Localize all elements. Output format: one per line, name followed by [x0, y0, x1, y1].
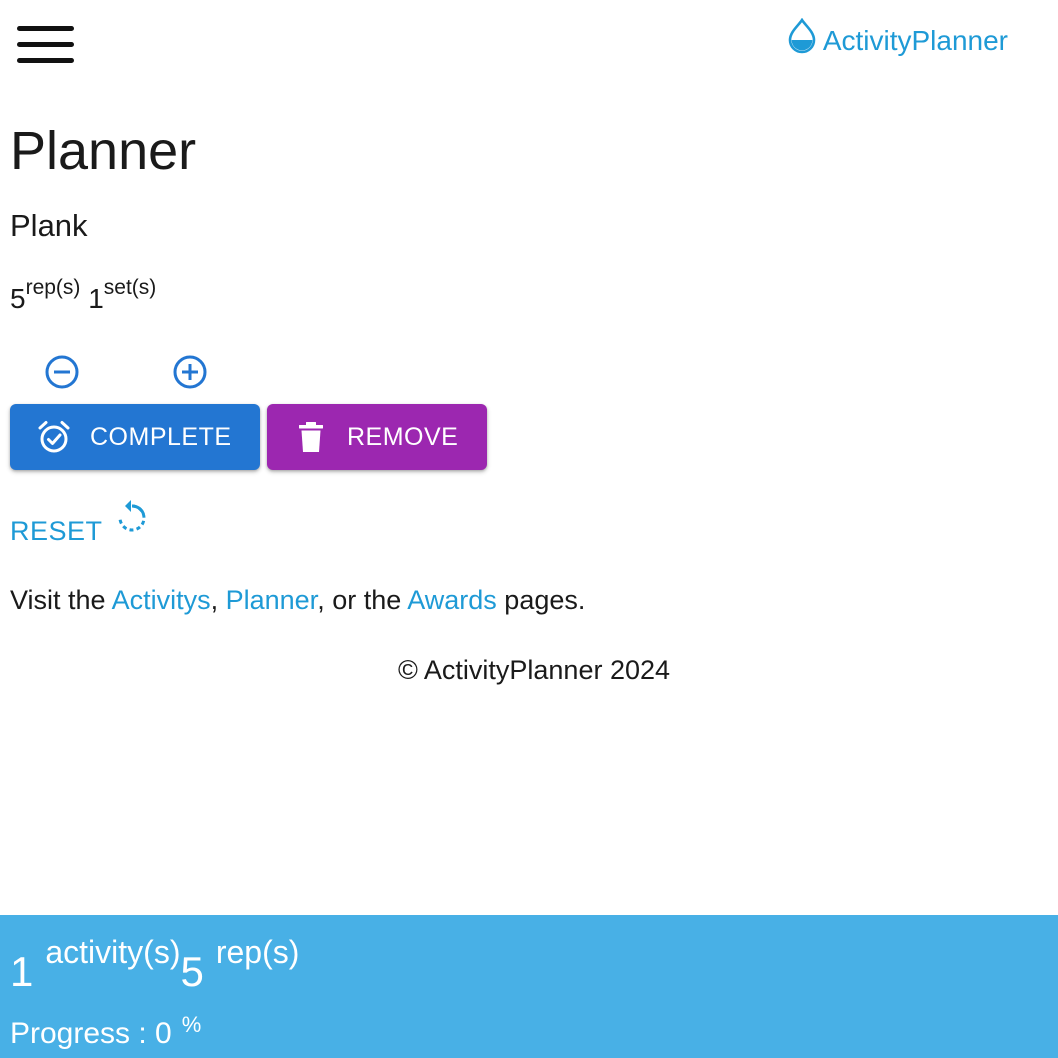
plus-circle-icon: [173, 355, 207, 389]
menu-bar: [17, 25, 74, 31]
visit-separator: ,: [210, 585, 226, 615]
menu-bar: [17, 57, 74, 63]
alarm-check-icon: [38, 421, 70, 453]
hamburger-menu-icon[interactable]: [12, 16, 80, 72]
complete-label: COMPLETE: [90, 422, 232, 451]
reset-button[interactable]: RESET: [10, 497, 149, 549]
brand-link[interactable]: ActivityPlanner: [787, 18, 1008, 56]
planner-link[interactable]: Planner: [226, 585, 318, 615]
visit-separator: , or the: [317, 585, 408, 615]
reset-label: RESET: [10, 516, 103, 546]
activitys-link[interactable]: Activitys: [112, 585, 211, 615]
restart-icon: [118, 500, 145, 532]
progress-label: Progress : 0: [10, 1017, 172, 1050]
remove-button[interactable]: REMOVE: [267, 404, 487, 470]
rep-unit: rep(s): [215, 934, 300, 970]
activity-counts: 5rep(s) 1set(s): [10, 268, 156, 319]
brand-name: ActivityPlanner: [822, 25, 1008, 56]
sets-value: 1: [88, 283, 104, 314]
minus-circle-icon: [45, 355, 79, 389]
progress-summary: Progress : 0 %: [10, 1012, 201, 1056]
visit-prefix: Visit the: [10, 585, 112, 615]
decrement-button[interactable]: [44, 354, 80, 390]
water-drop-icon: [788, 18, 816, 54]
stats-summary: 1 activity(s) 5 rep(s): [10, 932, 299, 996]
rep-count: 5: [180, 948, 204, 995]
menu-bar: [17, 41, 74, 47]
visit-pages-text: Visit the Activitys, Planner, or the Awa…: [10, 582, 585, 618]
awards-link[interactable]: Awards: [407, 585, 497, 615]
activity-count: 1: [10, 948, 34, 995]
increment-button[interactable]: [172, 354, 208, 390]
footer-copyright: © ActivityPlanner 2024: [397, 655, 671, 685]
remove-label: REMOVE: [347, 422, 459, 451]
complete-button[interactable]: COMPLETE: [10, 404, 260, 470]
activity-unit: activity(s): [45, 934, 181, 970]
trash-icon: [299, 422, 323, 452]
page: ActivityPlanner Planner Plank 5rep(s) 1s…: [0, 0, 1058, 1058]
activity-name: Plank: [10, 208, 88, 243]
progress-unit: %: [181, 1012, 202, 1037]
reps-value: 5: [10, 283, 26, 314]
reps-unit: rep(s): [25, 276, 81, 299]
visit-suffix: pages.: [496, 585, 586, 615]
page-title: Planner: [10, 121, 197, 181]
sets-unit: set(s): [103, 276, 157, 299]
